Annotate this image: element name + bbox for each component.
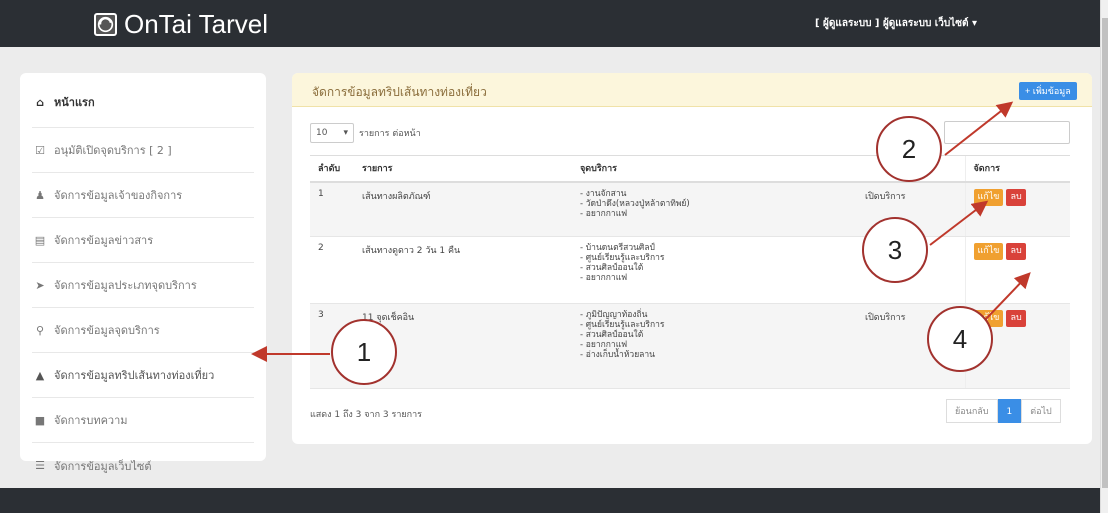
callout-2: 2	[876, 116, 942, 182]
user-menu-dropdown[interactable]: [ ผู้ดูแลระบบ ] ผู้ดูแลระบบ เว็บไซต์ ▾	[815, 16, 977, 31]
pagination-page[interactable]: 1	[997, 399, 1022, 423]
news-icon: ▤	[34, 233, 46, 247]
point-item: - อยากกาแฟ	[580, 273, 628, 283]
page-length-label: รายการ ต่อหน้า	[359, 129, 421, 139]
cell-name: เส้นทางผลิตภัณฑ์	[354, 181, 572, 237]
edit-button[interactable]: แก้ไข	[973, 188, 1004, 206]
sidebar-item-trips[interactable]: ▲ จัดการข้อมูลทริปเส้นทางท่องเที่ยว	[32, 353, 254, 398]
user-icon: ♟	[35, 188, 45, 202]
add-button[interactable]: + เพิ่มข้อมูล	[1019, 82, 1077, 100]
sidebar-item-home[interactable]: ⌂ หน้าแรก	[32, 77, 254, 128]
cell-no: 1	[310, 181, 354, 237]
page-length-select[interactable]: 10 ▾	[310, 123, 354, 143]
cell-actions: แก้ไข ลบ	[964, 236, 1070, 304]
sidebar-item-label: จัดการข้อมูลเว็บไซต์	[54, 459, 152, 473]
brand-name: OnTai Tarvel	[124, 9, 269, 39]
sidebar-item-label: หน้าแรก	[54, 96, 95, 109]
sidebar-item-website[interactable]: ☰ จัดการข้อมูลเว็บไซต์	[32, 443, 254, 488]
pagination-next[interactable]: ต่อไป	[1021, 399, 1061, 423]
pagination-prev[interactable]: ย้อนกลับ	[946, 399, 998, 423]
sidebar-item-label: จัดการข้อมูลเจ้าของกิจการ	[54, 189, 183, 202]
point-item: - ภูมิปัญญาท้องถิ่น	[580, 310, 648, 320]
column-header-no[interactable]: ลำดับ	[310, 155, 354, 183]
point-item: - งานจักสาน	[580, 188, 627, 199]
sidebar-item-approve-service[interactable]: ☑ อนุมัติเปิดจุดบริการ [ 2 ]	[32, 128, 254, 173]
book-icon: ■	[34, 413, 46, 427]
page-scrollbar[interactable]	[1100, 0, 1108, 513]
home-icon: ⌂	[36, 95, 44, 109]
point-item: - ศูนย์เรียนรู้และบริการ	[580, 320, 665, 330]
tag-icon: ➤	[35, 278, 45, 292]
footer	[0, 488, 1100, 513]
table-row: 2 เส้นทางดูดาว 2 วัน 1 คืน - บ้านดนตรีสว…	[310, 236, 1070, 304]
point-item: - สวนศิลป์ออนใต้	[580, 263, 644, 273]
list-icon: ☰	[35, 459, 45, 472]
point-item: - สวนศิลป์ออนใต้	[580, 330, 644, 340]
sidebar-item-label: อนุมัติเปิดจุดบริการ [ 2 ]	[54, 144, 172, 157]
cell-no: 2	[310, 236, 354, 304]
point-item: - อ่างเก็บน้ำห้วยลาน	[580, 350, 655, 360]
search-input[interactable]	[944, 121, 1070, 144]
callout-3: 3	[862, 217, 928, 283]
point-item: - ศูนย์เรียนรู้และบริการ	[580, 253, 665, 263]
brand[interactable]: OnTai Tarvel	[94, 9, 268, 40]
sidebar-item-label: จัดการข้อมูลประเภทจุดบริการ	[54, 279, 197, 292]
table-info: แสดง 1 ถึง 3 จาก 3 รายการ	[310, 410, 422, 420]
sidebar-item-label: จัดการบทความ	[54, 414, 128, 427]
column-header-actions: จัดการ	[964, 155, 1070, 183]
sidebar-item-label: จัดการข้อมูลจุดบริการ	[54, 324, 160, 337]
cell-points: - บ้านดนตรีสวนศิลป์ - ศูนย์เรียนรู้และบร…	[572, 236, 857, 304]
cell-points: - งานจักสาน - วัดป่าดึง(หลวงปู่หล้าตาทิพ…	[572, 181, 857, 237]
sidebar-item-news[interactable]: ▤ จัดการข้อมูลข่าวสาร	[32, 218, 254, 263]
edit-button[interactable]: แก้ไข	[973, 243, 1004, 260]
delete-button[interactable]: ลบ	[1006, 188, 1026, 206]
chevron-down-icon: ▾	[343, 128, 348, 138]
pagination: ย้อนกลับ 1 ต่อไป	[946, 399, 1061, 423]
cell-points: - ภูมิปัญญาท้องถิ่น - ศูนย์เรียนรู้และบร…	[572, 303, 857, 389]
sidebar-item-label: จัดการข้อมูลทริปเส้นทางท่องเที่ยว	[54, 369, 215, 382]
road-icon: ▲	[35, 368, 45, 382]
scrollbar-thumb[interactable]	[1102, 18, 1108, 488]
delete-button[interactable]: ลบ	[1006, 243, 1026, 260]
sidebar-item-owners[interactable]: ♟ จัดการข้อมูลเจ้าของกิจการ	[32, 173, 254, 218]
sidebar-item-service-points[interactable]: ⚲ จัดการข้อมูลจุดบริการ	[32, 308, 254, 353]
callout-1: 1	[331, 319, 397, 385]
column-header-points[interactable]: จุดบริการ	[572, 155, 857, 183]
table-header-row: ลำดับ รายการ จุดบริการ จัดการ	[310, 155, 1070, 183]
table-row: 1 เส้นทางผลิตภัณฑ์ - งานจักสาน - วัดป่าด…	[310, 181, 1070, 237]
cell-actions: แก้ไข ลบ	[964, 181, 1070, 237]
brand-logo-icon	[94, 13, 117, 36]
callout-4: 4	[927, 306, 993, 372]
point-item: - อยากกาแฟ	[580, 208, 628, 219]
page-length-control: 10 ▾ รายการ ต่อหน้า	[310, 123, 421, 143]
cell-name: เส้นทางดูดาว 2 วัน 1 คืน	[354, 236, 572, 304]
sidebar-item-label: จัดการข้อมูลข่าวสาร	[54, 234, 154, 247]
top-navbar: OnTai Tarvel [ ผู้ดูแลระบบ ] ผู้ดูแลระบบ…	[0, 0, 1100, 47]
sidebar-item-service-types[interactable]: ➤ จัดการข้อมูลประเภทจุดบริการ	[32, 263, 254, 308]
sidebar-item-articles[interactable]: ■ จัดการบทความ	[32, 398, 254, 443]
page-length-value: 10	[316, 128, 328, 138]
trip-management-panel: จัดการข้อมูลทริปเส้นทางท่องเที่ยว + เพิ่…	[292, 73, 1092, 444]
sidebar: ⌂ หน้าแรก ☑ อนุมัติเปิดจุดบริการ [ 2 ] ♟ จั…	[20, 73, 266, 473]
panel-header: จัดการข้อมูลทริปเส้นทางท่องเที่ยว + เพิ่…	[292, 73, 1092, 107]
point-item: - วัดป่าดึง(หลวงปู่หล้าตาทิพย์)	[580, 198, 690, 209]
check-square-icon: ☑	[35, 143, 45, 157]
delete-button[interactable]: ลบ	[1006, 310, 1026, 327]
column-header-name[interactable]: รายการ	[354, 155, 572, 183]
panel-title: จัดการข้อมูลทริปเส้นทางท่องเที่ยว	[312, 85, 487, 99]
map-marker-icon: ⚲	[35, 323, 45, 337]
point-item: - อยากกาแฟ	[580, 340, 628, 350]
point-item: - บ้านดนตรีสวนศิลป์	[580, 243, 655, 253]
